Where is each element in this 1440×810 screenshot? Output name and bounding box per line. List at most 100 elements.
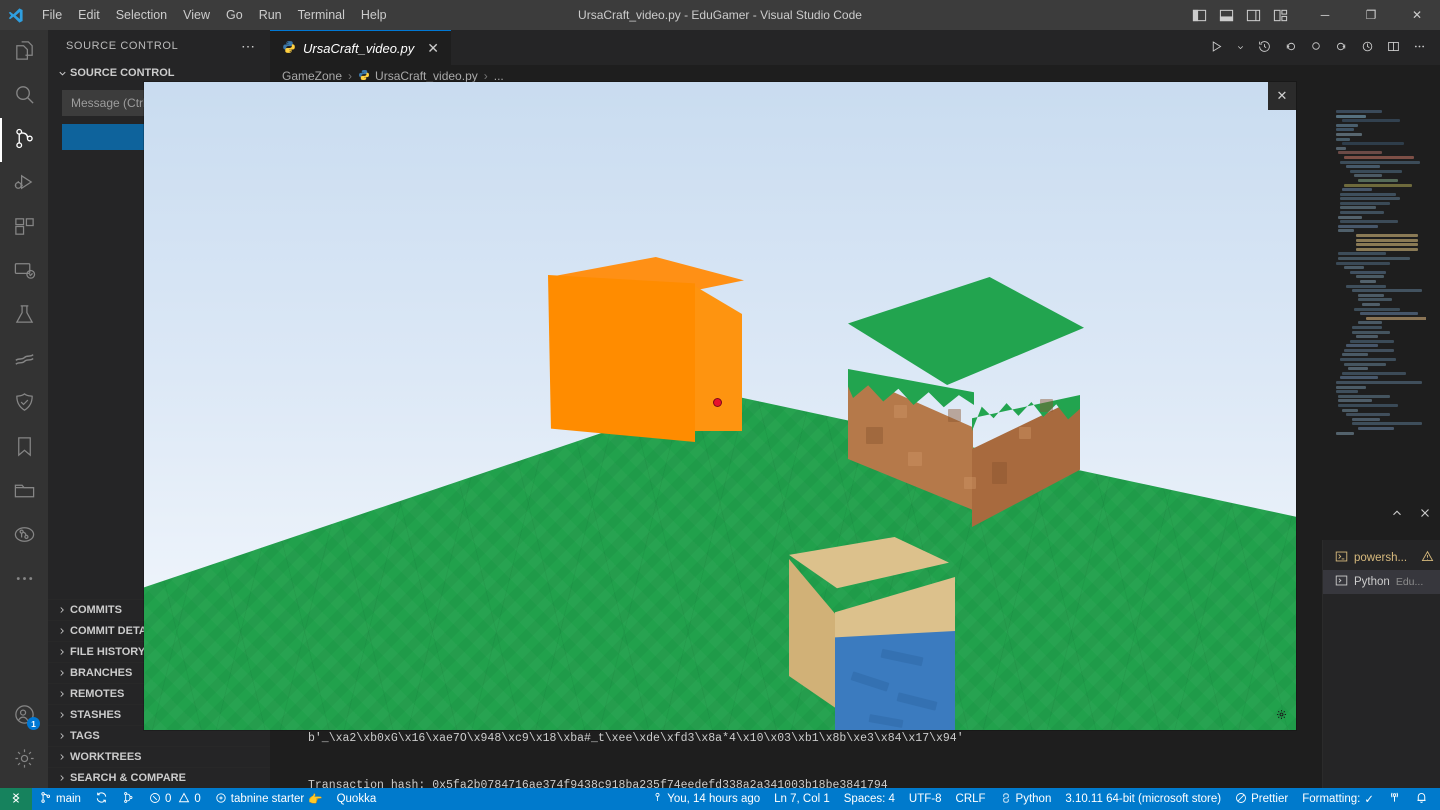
- status-cursor-position[interactable]: Ln 7, Col 1: [767, 788, 837, 810]
- status-indentation[interactable]: Spaces: 4: [837, 788, 902, 810]
- radio-tower-icon: [1388, 791, 1401, 807]
- customize-layout-icon[interactable]: [1273, 8, 1288, 23]
- sidebar-item-testing[interactable]: [0, 294, 48, 338]
- circle-icon[interactable]: [1310, 40, 1322, 55]
- minimap-line: [1336, 123, 1358, 127]
- accounts-button[interactable]: 1: [0, 694, 48, 738]
- terminal-item-python[interactable]: Python Edu...: [1323, 570, 1440, 594]
- terminal-icon: [1335, 574, 1348, 590]
- chevron-right-icon: [54, 773, 70, 783]
- split-editor-icon[interactable]: [1387, 40, 1400, 56]
- sidebar-item-git-graph[interactable]: [0, 514, 48, 558]
- gear-icon[interactable]: [1276, 709, 1287, 723]
- minimap-line: [1340, 192, 1396, 196]
- close-icon[interactable]: [1418, 506, 1432, 523]
- search-icon: [13, 83, 36, 109]
- minimap-line: [1336, 385, 1366, 389]
- sidebar-item-bookmarks[interactable]: [0, 426, 48, 470]
- sidebar-item-remote-explorer[interactable]: [0, 250, 48, 294]
- menu-terminal[interactable]: Terminal: [290, 4, 353, 26]
- menu-help[interactable]: Help: [353, 4, 395, 26]
- toggle-panel-icon[interactable]: [1219, 8, 1234, 23]
- breadcrumb-file-label: UrsaCraft_video.py: [375, 69, 478, 83]
- vscode-window: File Edit Selection View Go Run Terminal…: [0, 0, 1440, 810]
- sidebar-more-actions-icon[interactable]: ⋯: [241, 39, 256, 53]
- sand-water-block[interactable]: [789, 537, 957, 730]
- status-git-blame[interactable]: You, 14 hours ago: [645, 788, 767, 810]
- layout-controls[interactable]: [1192, 8, 1302, 23]
- sidebar-item-search[interactable]: [0, 74, 48, 118]
- panel-actions[interactable]: [1390, 506, 1432, 523]
- remote-window-button[interactable]: [0, 788, 32, 810]
- status-branch[interactable]: main: [32, 788, 88, 810]
- sidebar-item-source-control[interactable]: [0, 118, 48, 162]
- sidebar-section-search-compare[interactable]: SEARCH & COMPARE: [48, 767, 270, 788]
- minimap-line: [1344, 266, 1364, 270]
- status-language-mode[interactable]: Python: [993, 788, 1059, 810]
- tab-ursacraft-video-py[interactable]: UrsaCraft_video.py ✕: [270, 30, 452, 65]
- sidebar-item-explorer[interactable]: [0, 30, 48, 74]
- history-icon[interactable]: [1258, 40, 1271, 56]
- status-screencast[interactable]: [1381, 788, 1408, 810]
- clock-icon[interactable]: [1361, 40, 1374, 56]
- maximize-button[interactable]: ❐: [1348, 0, 1394, 30]
- toggle-secondary-sidebar-icon[interactable]: [1246, 8, 1261, 23]
- source-control-section-header[interactable]: SOURCE CONTROL: [48, 62, 270, 84]
- manage-settings-button[interactable]: [0, 738, 48, 782]
- sidebar-item-security[interactable]: [0, 382, 48, 426]
- menu-view[interactable]: View: [175, 4, 218, 26]
- status-python-interpreter[interactable]: 3.10.11 64-bit (microsoft store): [1058, 788, 1228, 810]
- grass-dirt-block[interactable]: [844, 277, 1084, 527]
- breadcrumb-folder[interactable]: GameZone: [282, 69, 342, 83]
- status-tabnine[interactable]: tabnine starter 👉: [208, 788, 330, 810]
- step-back-icon[interactable]: [1284, 40, 1297, 56]
- status-bar: main 0 0 tabnine starter 👉 Quokka You, 1…: [0, 788, 1440, 810]
- sidebar-section-label: COMMITS: [70, 604, 122, 616]
- minimap-line: [1336, 390, 1358, 394]
- breadcrumb-symbol[interactable]: ...: [494, 69, 504, 83]
- minimap-line: [1358, 298, 1392, 302]
- status-problems[interactable]: 0 0: [142, 788, 208, 810]
- sidebar-section-worktrees[interactable]: WORKTREES: [48, 746, 270, 767]
- status-prettier[interactable]: Prettier: [1228, 788, 1295, 810]
- more-actions-icon[interactable]: [1413, 40, 1426, 56]
- chevron-up-icon[interactable]: [1390, 506, 1404, 523]
- run-python-file-icon[interactable]: [1210, 40, 1223, 56]
- minimap-line: [1342, 371, 1406, 375]
- status-quokka[interactable]: Quokka: [330, 788, 384, 810]
- step-forward-icon[interactable]: [1335, 40, 1348, 56]
- status-bar-right: You, 14 hours ago Ln 7, Col 1 Spaces: 4 …: [645, 788, 1440, 810]
- minimap-line: [1356, 335, 1378, 339]
- editor-minimap[interactable]: [1332, 110, 1426, 460]
- menu-selection[interactable]: Selection: [108, 4, 175, 26]
- run-debug-icon: [13, 171, 36, 197]
- orange-cube[interactable]: [548, 257, 744, 442]
- sidebar-item-project-manager[interactable]: [0, 470, 48, 514]
- status-eol[interactable]: CRLF: [949, 788, 993, 810]
- sidebar-item-extensions[interactable]: [0, 206, 48, 250]
- sidebar-item-code-runner[interactable]: [0, 338, 48, 382]
- minimize-button[interactable]: ─: [1302, 0, 1348, 30]
- menu-file[interactable]: File: [34, 4, 70, 26]
- ursina-game-window[interactable]: ✕: [144, 82, 1296, 730]
- status-git-graph[interactable]: [115, 788, 142, 810]
- close-button[interactable]: ✕: [1394, 0, 1440, 30]
- status-notifications[interactable]: [1408, 788, 1440, 810]
- warning-count: 0: [194, 793, 201, 805]
- status-encoding[interactable]: UTF-8: [902, 788, 949, 810]
- terminal-item-powershell[interactable]: powersh...: [1323, 546, 1440, 570]
- editor-actions[interactable]: [1210, 30, 1440, 65]
- tab-close-icon[interactable]: ✕: [427, 40, 439, 57]
- chevron-down-icon[interactable]: [1236, 41, 1245, 55]
- sidebar-item-run-and-debug[interactable]: [0, 162, 48, 206]
- sidebar-item-more-views[interactable]: [0, 558, 48, 602]
- game-window-close-button[interactable]: ✕: [1268, 82, 1296, 110]
- toggle-primary-sidebar-icon[interactable]: [1192, 8, 1207, 23]
- minimap-line: [1354, 307, 1400, 311]
- menu-edit[interactable]: Edit: [70, 4, 108, 26]
- status-formatting[interactable]: Formatting: ✓: [1295, 788, 1381, 810]
- menu-run[interactable]: Run: [251, 4, 290, 26]
- menu-bar[interactable]: File Edit Selection View Go Run Terminal…: [34, 0, 395, 30]
- status-sync[interactable]: [88, 788, 115, 810]
- menu-go[interactable]: Go: [218, 4, 251, 26]
